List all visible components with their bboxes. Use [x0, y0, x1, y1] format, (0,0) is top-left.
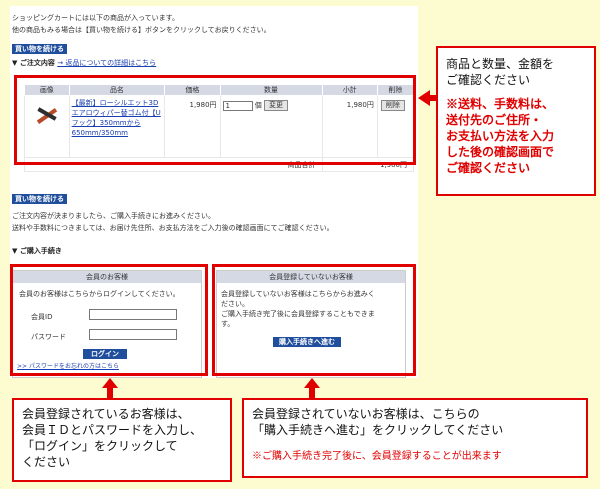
guest-explanation-callout: 会員登録されていないお客様は、こちらの 「購入手続きへ進む」をクリックしてくださ… [242, 398, 588, 478]
callout-right-line-2: ご確認ください [446, 73, 531, 87]
cart-explanation-callout: 商品と数量、金額を ご確認ください ※送料、手数料は、 送付先のご住所・ お支払… [436, 46, 596, 196]
order-section-title: ▼ ご注文内容 → 返品についての詳細はこちら [12, 58, 156, 68]
callout-guest-line-2: 「購入手続きへ進む」をクリックしてください [252, 423, 504, 437]
continue-shopping-button-2[interactable]: 買い物を続ける [12, 194, 67, 204]
notice-line-2: 送料や手数料につきましては、お届け先住所、お支払方法をご入力後の確認画面にてご確… [12, 224, 334, 232]
member-explanation-callout: 会員登録されているお客様は、 会員ＩＤとパスワードを入力し、 「ログイン」をクリ… [12, 398, 232, 482]
purchase-section-title: ▼ ご購入手続き [12, 247, 62, 255]
order-section-label: ▼ ご注文内容 [12, 59, 55, 67]
callout-right-red-5: ご確認ください [446, 161, 531, 175]
intro-line-2: 他の商品もみる場合は【買い物を続ける】ボタンをクリックしてお戻りください。 [12, 26, 271, 34]
notice-line-1: ご注文内容が決まりましたら、ご購入手続きにお進みください。 [12, 212, 215, 220]
callout-right-line-1: 商品と数量、金額を [446, 57, 555, 71]
cart-highlight-box [14, 75, 416, 165]
return-policy-link[interactable]: → 返品についての詳細はこちら [57, 59, 156, 67]
callout-member-line-1: 会員登録されているお客様は、 [22, 407, 190, 421]
callout-member-line-4: ください [22, 455, 71, 469]
callout-member-line-2: 会員ＩＤとパスワードを入力し、 [22, 423, 203, 437]
intro-line-1: ショッピングカートには以下の商品が入っています。 [12, 14, 179, 22]
continue-shopping-button[interactable]: 買い物を続ける [12, 44, 67, 54]
callout-right-red-2: 送付先のご住所・ [446, 113, 543, 127]
callout-right-red-1: ※送料、手数料は、 [446, 97, 555, 111]
callout-guest-line-1: 会員登録されていないお客様は、こちらの [252, 407, 480, 421]
callout-member-line-3: 「ログイン」をクリックして [22, 439, 178, 453]
callout-right-red-3: お支払い方法を入力 [446, 129, 555, 143]
callout-right-red-4: した後の確認画面で [446, 145, 555, 159]
member-highlight-box [10, 264, 208, 376]
guest-highlight-box [212, 264, 416, 376]
callout-guest-note: ※ご購入手続き完了後に、会員登録することが出来ます [252, 451, 502, 462]
